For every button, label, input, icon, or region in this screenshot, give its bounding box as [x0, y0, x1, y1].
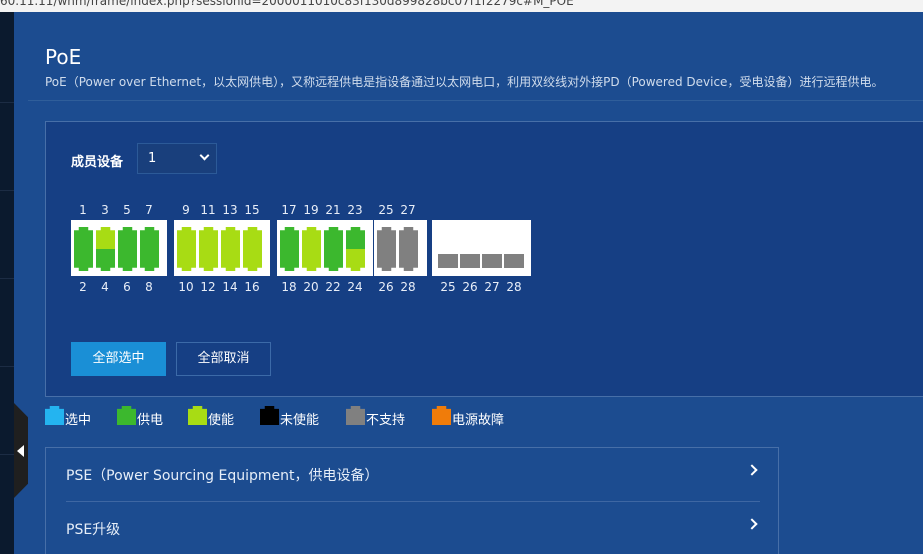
port-23[interactable]	[346, 227, 365, 249]
port-number-bottom: 18	[281, 280, 297, 294]
port-number-bottom: 12	[200, 280, 216, 294]
port-1[interactable]	[74, 227, 93, 249]
member-device-value: 1	[148, 151, 157, 166]
port-number-top: 19	[303, 203, 319, 217]
legend-label: 供电	[137, 413, 164, 428]
port-status-icon	[346, 406, 365, 425]
legend-label: 不支持	[366, 413, 406, 428]
port-number-bottom: 10	[178, 280, 194, 294]
header-divider	[28, 100, 923, 101]
port-number-top: 27	[400, 203, 416, 217]
sfp-port-number: 25	[440, 280, 456, 294]
address-bar[interactable]: 60.11.11/wnm/frame/index.php?sessionid=2…	[0, 0, 923, 12]
page-title: PoE	[45, 45, 82, 69]
port-9[interactable]	[177, 227, 196, 249]
sfp-port-25[interactable]	[438, 254, 458, 268]
port-number-bottom: 2	[79, 280, 87, 294]
select-all-button[interactable]: 全部选中	[71, 342, 166, 376]
port-number-bottom: 8	[145, 280, 153, 294]
port-13[interactable]	[221, 227, 240, 249]
port-3[interactable]	[96, 227, 115, 249]
arrow-left-icon	[17, 445, 24, 457]
port-19[interactable]	[302, 227, 321, 249]
port-number-top: 23	[347, 203, 363, 217]
port-number-top: 1	[79, 203, 87, 217]
port-status-icon	[117, 406, 136, 425]
sfp-port-26[interactable]	[460, 254, 480, 268]
page-description: PoE（Power over Ethernet，以太网供电），又称远程供电是指设…	[45, 75, 884, 89]
section-list: PSE（Power Sourcing Equipment，供电设备） PSE升级	[45, 447, 779, 554]
sfp-port-number: 28	[506, 280, 522, 294]
member-device-label: 成员设备	[71, 155, 124, 170]
port-15[interactable]	[243, 227, 262, 249]
port-status-icon	[260, 406, 279, 425]
legend-label: 使能	[208, 413, 235, 428]
port-status-icon	[45, 406, 64, 425]
port-number-top: 5	[123, 203, 131, 217]
sfp-port-number: 27	[484, 280, 500, 294]
port-number-bottom: 22	[325, 280, 341, 294]
port-number-top: 3	[101, 203, 109, 217]
port-number-top: 15	[244, 203, 260, 217]
port-number-top: 11	[200, 203, 216, 217]
sfp-port-27[interactable]	[482, 254, 502, 268]
legend-label: 选中	[65, 413, 92, 428]
port-status-icon	[188, 406, 207, 425]
port-27[interactable]	[399, 227, 418, 249]
port-status-icon	[432, 406, 451, 425]
section-pse[interactable]: PSE（Power Sourcing Equipment，供电设备）	[66, 448, 760, 500]
port-number-bottom: 14	[222, 280, 238, 294]
section-pse-upgrade-label: PSE升级	[66, 522, 121, 538]
port-17[interactable]	[280, 227, 299, 249]
port-21[interactable]	[324, 227, 343, 249]
port-number-bottom: 4	[101, 280, 109, 294]
port-number-top: 17	[281, 203, 297, 217]
port-number-bottom: 28	[400, 280, 416, 294]
port-number-bottom: 6	[123, 280, 131, 294]
section-pse-upgrade[interactable]: PSE升级	[66, 502, 760, 554]
port-5[interactable]	[118, 227, 137, 249]
sfp-port-number: 26	[462, 280, 478, 294]
port-number-bottom: 24	[347, 280, 363, 294]
chevron-right-icon	[746, 518, 758, 530]
port-panel: 成员设备 1 1 2 3 4 5 6 7 8 9 10 11 12 13 14 15 16 17 18 19 20 21…	[45, 121, 923, 397]
member-device-select[interactable]: 1	[137, 143, 217, 174]
port-7[interactable]	[140, 227, 159, 249]
port-11[interactable]	[199, 227, 218, 249]
port-number-top: 13	[222, 203, 238, 217]
section-pse-label: PSE（Power Sourcing Equipment，供电设备）	[66, 468, 379, 484]
legend-label: 电源故障	[452, 413, 505, 428]
port-25[interactable]	[377, 227, 396, 249]
port-number-top: 21	[325, 203, 341, 217]
sfp-port-28[interactable]	[504, 254, 524, 268]
port-number-bottom: 20	[303, 280, 319, 294]
chevron-right-icon	[746, 464, 758, 476]
main-content: PoE PoE（Power over Ethernet，以太网供电），又称远程供…	[28, 12, 923, 554]
chevron-down-icon	[199, 150, 210, 161]
deselect-all-button[interactable]: 全部取消	[176, 342, 271, 376]
sidebar-collapse-button[interactable]	[14, 403, 28, 498]
left-nav-strip	[0, 12, 14, 554]
port-number-bottom: 16	[244, 280, 260, 294]
port-number-bottom: 26	[378, 280, 394, 294]
legend-label: 未使能	[280, 413, 320, 428]
port-number-top: 9	[182, 203, 190, 217]
port-number-top: 7	[145, 203, 153, 217]
address-url: 60.11.11/wnm/frame/index.php?sessionid=2…	[0, 0, 574, 8]
port-number-top: 25	[378, 203, 394, 217]
